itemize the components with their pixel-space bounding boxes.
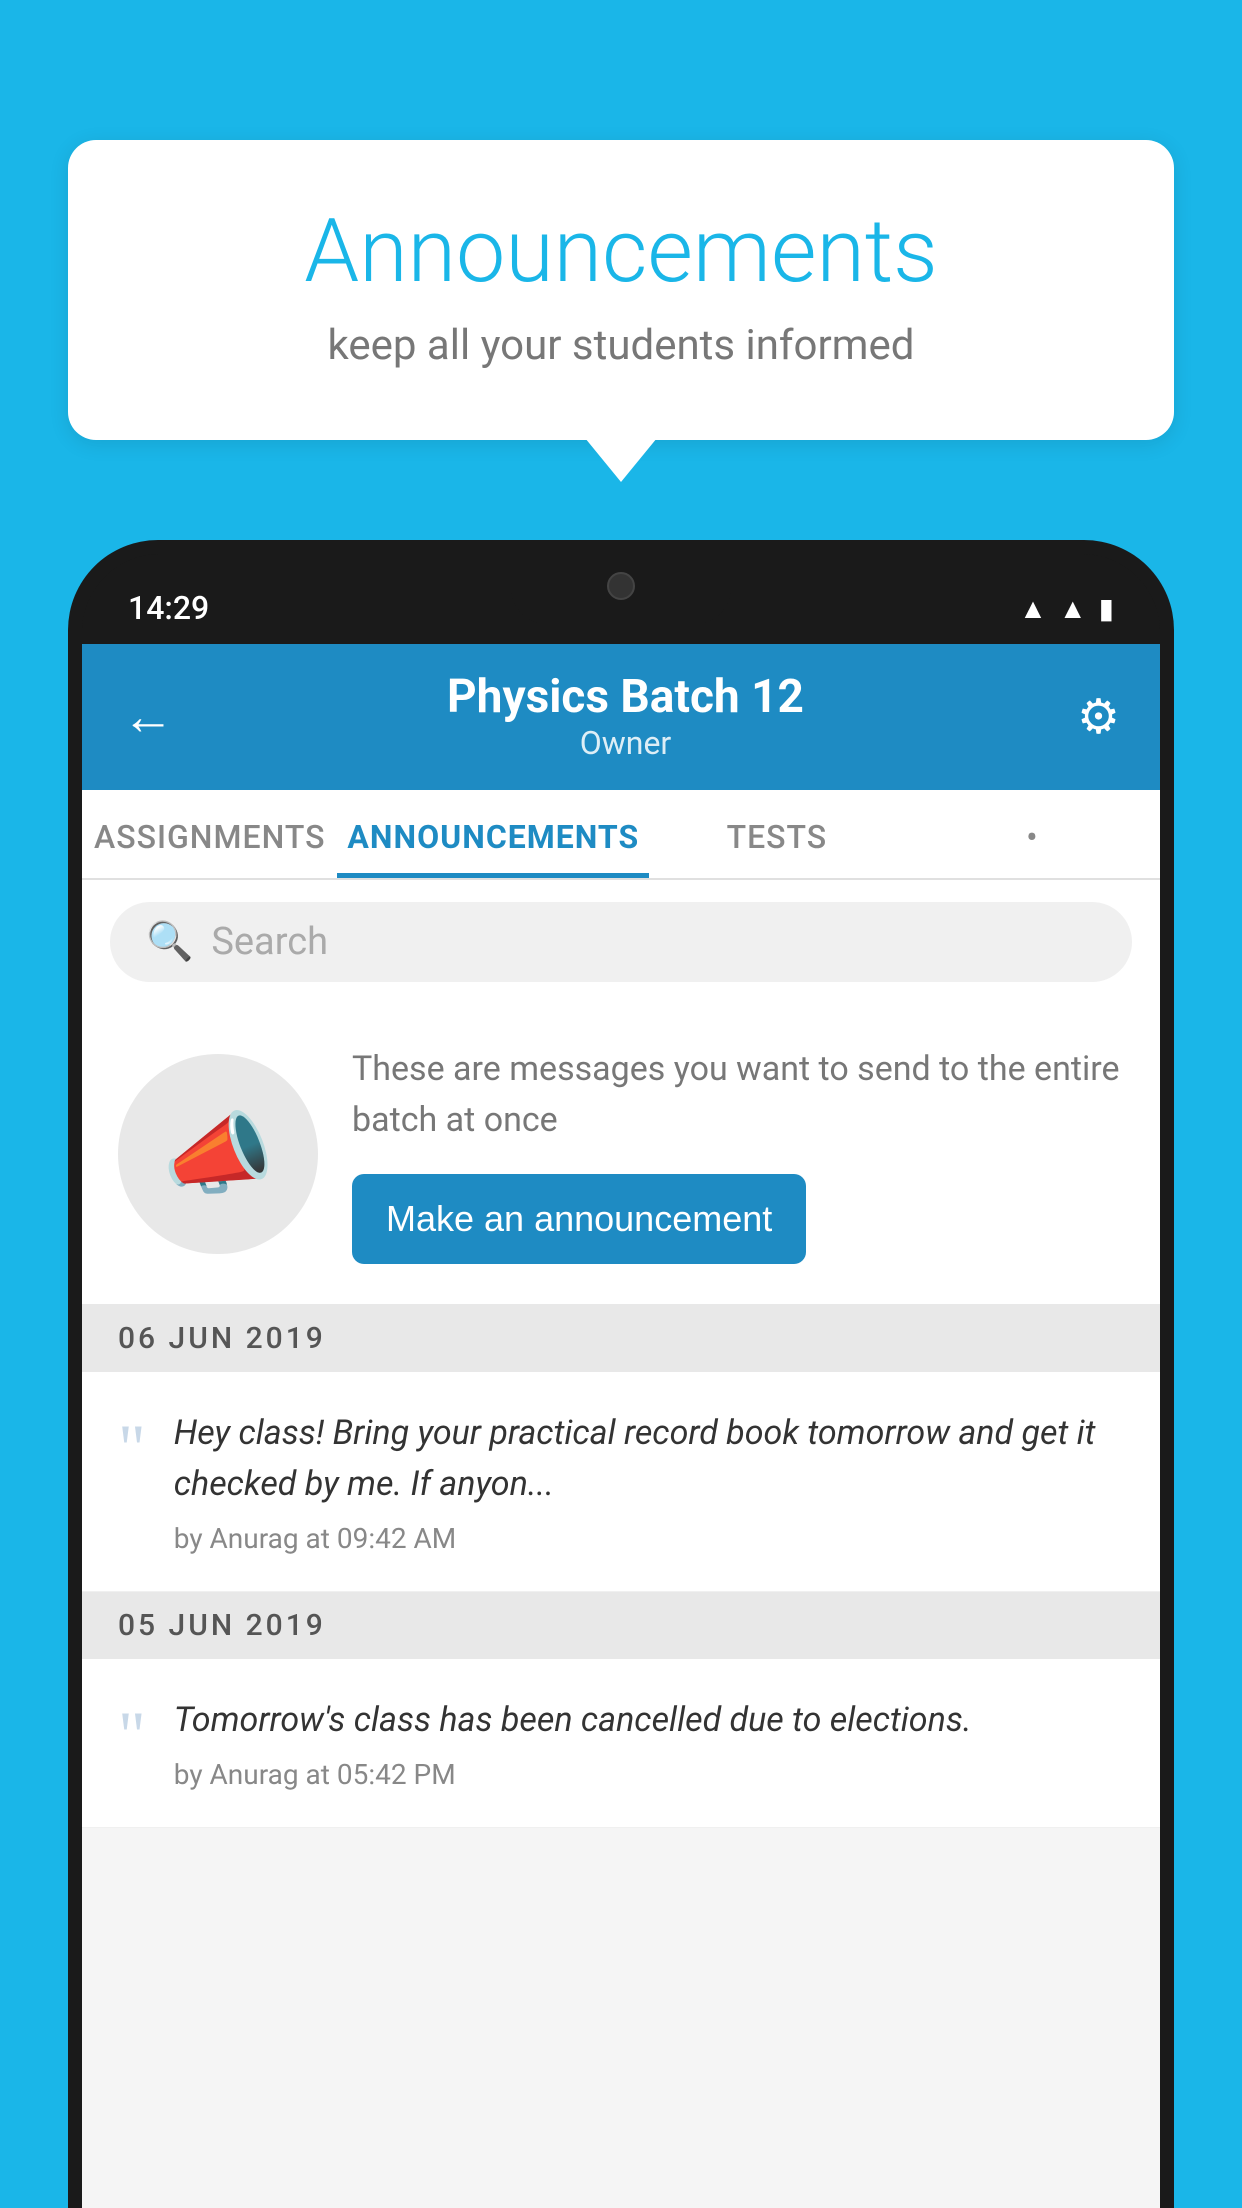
bubble-title: Announcements (148, 200, 1094, 303)
promo-card: 📣 These are messages you want to send to… (82, 1004, 1160, 1305)
announcement-text-2: Tomorrow's class has been cancelled due … (174, 1695, 1124, 1746)
search-icon: 🔍 (146, 920, 193, 964)
announcement-item-2[interactable]: " Tomorrow's class has been cancelled du… (82, 1659, 1160, 1828)
settings-button[interactable]: ⚙ (1077, 688, 1120, 745)
tab-announcements[interactable]: ANNOUNCEMENTS (337, 790, 649, 878)
signal-icon: ▲ (1059, 592, 1087, 625)
notch (511, 554, 731, 624)
make-announcement-button[interactable]: Make an announcement (352, 1174, 806, 1264)
wifi-icon: ▲ (1019, 592, 1047, 625)
promo-description: These are messages you want to send to t… (352, 1044, 1124, 1146)
megaphone-icon: 📣 (162, 1102, 274, 1207)
tabs-bar: ASSIGNMENTS ANNOUNCEMENTS TESTS • (82, 790, 1160, 880)
battery-icon: ▮ (1099, 592, 1114, 625)
front-camera (607, 572, 635, 600)
announcement-content-2: Tomorrow's class has been cancelled due … (174, 1695, 1124, 1791)
date-separator-2: 05 JUN 2019 (82, 1592, 1160, 1659)
status-icons: ▲ ▲ ▮ (1019, 592, 1114, 625)
promo-right: These are messages you want to send to t… (352, 1044, 1124, 1264)
quote-icon-2: " (118, 1701, 146, 1769)
search-placeholder: Search (211, 920, 328, 964)
tab-assignments[interactable]: ASSIGNMENTS (82, 790, 337, 878)
announcement-item-1[interactable]: " Hey class! Bring your practical record… (82, 1372, 1160, 1592)
back-button[interactable]: ← (122, 686, 174, 747)
bubble-subtitle: keep all your students informed (148, 321, 1094, 370)
phone-inner: 14:29 ▲ ▲ ▮ ← Physics Batch 12 Owner ⚙ (82, 554, 1160, 2208)
quote-icon-1: " (118, 1414, 146, 1482)
tab-more[interactable]: • (905, 790, 1160, 878)
status-time: 14:29 (128, 589, 209, 627)
megaphone-circle: 📣 (118, 1054, 318, 1254)
status-bar: 14:29 ▲ ▲ ▮ (82, 554, 1160, 644)
announcement-meta-2: by Anurag at 05:42 PM (174, 1758, 1124, 1791)
tab-tests[interactable]: TESTS (649, 790, 904, 878)
app-screen: ← Physics Batch 12 Owner ⚙ ASSIGNMENTS A… (82, 644, 1160, 2208)
search-bar[interactable]: 🔍 Search (110, 902, 1132, 982)
date-separator-1: 06 JUN 2019 (82, 1305, 1160, 1372)
header-center: Physics Batch 12 Owner (174, 670, 1077, 762)
phone-frame: 14:29 ▲ ▲ ▮ ← Physics Batch 12 Owner ⚙ (68, 540, 1174, 2208)
announcement-text-1: Hey class! Bring your practical record b… (174, 1408, 1124, 1510)
announcement-meta-1: by Anurag at 09:42 AM (174, 1522, 1124, 1555)
announcement-content-1: Hey class! Bring your practical record b… (174, 1408, 1124, 1555)
speech-bubble: Announcements keep all your students inf… (68, 140, 1174, 440)
app-header: ← Physics Batch 12 Owner ⚙ (82, 644, 1160, 790)
batch-role: Owner (174, 724, 1077, 762)
speech-bubble-container: Announcements keep all your students inf… (68, 140, 1174, 440)
search-container: 🔍 Search (82, 880, 1160, 1004)
batch-title: Physics Batch 12 (174, 670, 1077, 724)
